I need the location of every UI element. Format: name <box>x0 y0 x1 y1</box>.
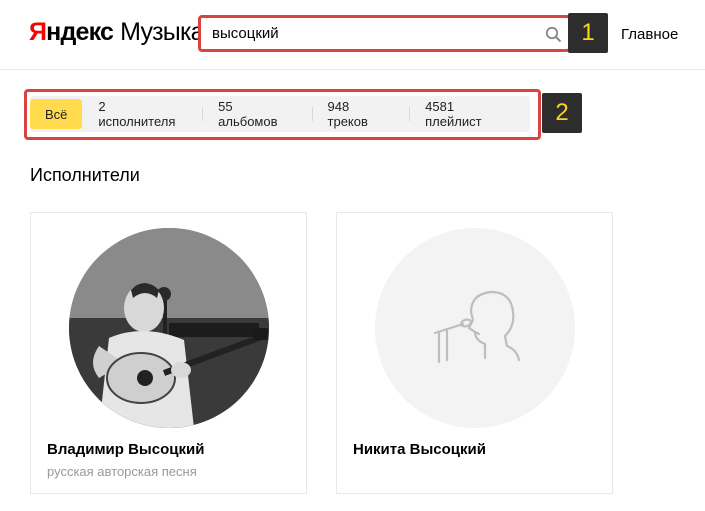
artist-name[interactable]: Владимир Высоцкий <box>47 441 204 458</box>
search-input[interactable]: высоцкий <box>212 25 279 42</box>
artist-card[interactable]: Никита Высоцкий <box>336 212 613 494</box>
nav-home-link[interactable]: Главное <box>621 26 678 43</box>
search-icon[interactable] <box>545 26 562 43</box>
tab-albums[interactable]: 55 альбомов <box>202 96 311 132</box>
artist-genre: русская авторская песня <box>47 464 197 479</box>
header: Яндекс Музыка высоцкий 1 Главное <box>0 0 705 70</box>
annotation-badge-2: 2 <box>542 93 582 133</box>
annotation-badge-1: 1 <box>568 13 608 53</box>
search-box[interactable]: высоцкий <box>198 15 571 52</box>
search-filter-tabs: Всё 2 исполнителя 55 альбомов 948 треков… <box>30 96 530 132</box>
artist-placeholder[interactable] <box>375 228 575 428</box>
yandex-music-logo[interactable]: Яндекс Музыка <box>29 18 205 47</box>
logo-brand-rest: ндекс <box>46 18 114 46</box>
tab-tracks[interactable]: 948 треков <box>311 96 410 132</box>
section-title-artists: Исполнители <box>30 165 140 185</box>
artist-name[interactable]: Никита Высоцкий <box>353 441 486 458</box>
singer-placeholder-icon <box>433 290 521 364</box>
logo-product: Музыка <box>120 18 204 46</box>
tab-playlists[interactable]: 4581 плейлист <box>409 96 530 132</box>
artist-card[interactable]: Владимир Высоцкий русская авторская песн… <box>30 212 307 494</box>
artist-photo[interactable] <box>69 228 269 428</box>
tab-all[interactable]: Всё <box>30 99 83 129</box>
logo-brand-first-letter: Я <box>29 18 47 46</box>
tab-artists[interactable]: 2 исполнителя <box>82 96 202 132</box>
